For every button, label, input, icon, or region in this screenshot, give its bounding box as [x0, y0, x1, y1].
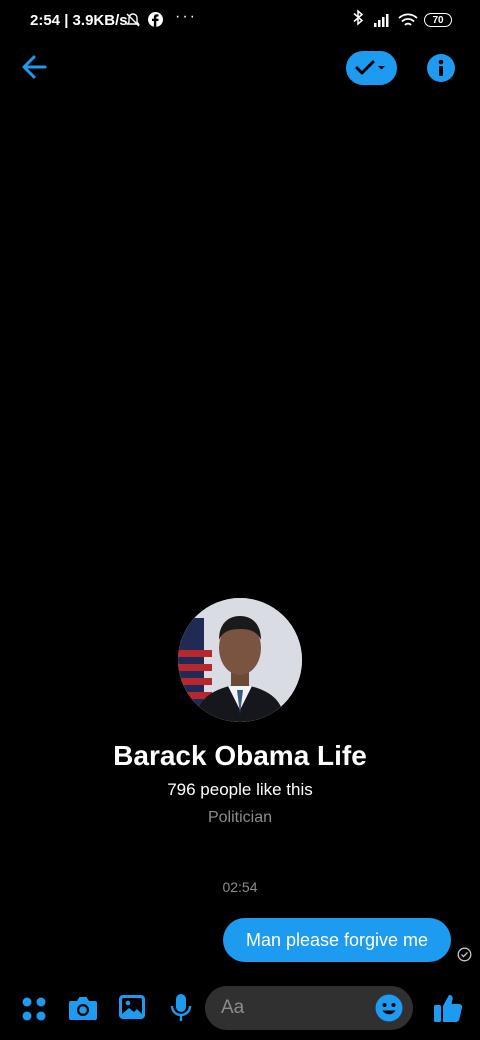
back-button[interactable]: [18, 50, 52, 84]
back-arrow-icon: [22, 55, 47, 79]
message-input[interactable]: Aa: [205, 986, 413, 1030]
message-timestamp: 02:54: [222, 879, 258, 895]
more-actions-button[interactable]: [20, 995, 48, 1023]
camera-button[interactable]: [68, 994, 98, 1022]
like-button[interactable]: [433, 992, 463, 1024]
microphone-icon: [170, 994, 192, 1021]
sent-check-icon: [457, 947, 472, 962]
profile-avatar[interactable]: [178, 598, 302, 722]
page-likes-count: 796 people like this: [167, 780, 313, 799]
sent-message-bubble[interactable]: Man please forgive me: [223, 918, 451, 962]
profile-photo: [178, 598, 302, 722]
signal-icon: [374, 14, 389, 27]
menu-dots-icon: [22, 997, 46, 1021]
message-input-placeholder: Aa: [221, 997, 245, 1018]
status-time: 2:54 | 3.9KB/s: [30, 12, 128, 29]
page-category: Politician: [207, 809, 273, 826]
info-icon: [438, 59, 444, 76]
active-status-button[interactable]: [346, 51, 397, 85]
thumbs-up-icon: [434, 994, 463, 1022]
emoji-button[interactable]: [374, 993, 404, 1023]
conversation-info-button[interactable]: [427, 54, 455, 82]
voice-message-button[interactable]: [170, 993, 192, 1023]
emoji-icon: [375, 994, 403, 1022]
checkmark-icon: [355, 60, 385, 75]
battery-indicator: 70: [424, 13, 452, 27]
page-name: Barack Obama Life: [113, 740, 367, 771]
mute-notification-icon: [126, 13, 140, 27]
facebook-icon: [148, 12, 163, 27]
wifi-icon: [398, 13, 418, 26]
gallery-icon: [119, 995, 145, 1019]
camera-icon: [69, 997, 97, 1020]
more-notifications-icon: ···: [175, 8, 197, 25]
status-bar: 2:54 | 3.9KB/s ··· 70: [0, 0, 480, 44]
bluetooth-icon: [352, 9, 364, 31]
gallery-button[interactable]: [118, 993, 146, 1021]
